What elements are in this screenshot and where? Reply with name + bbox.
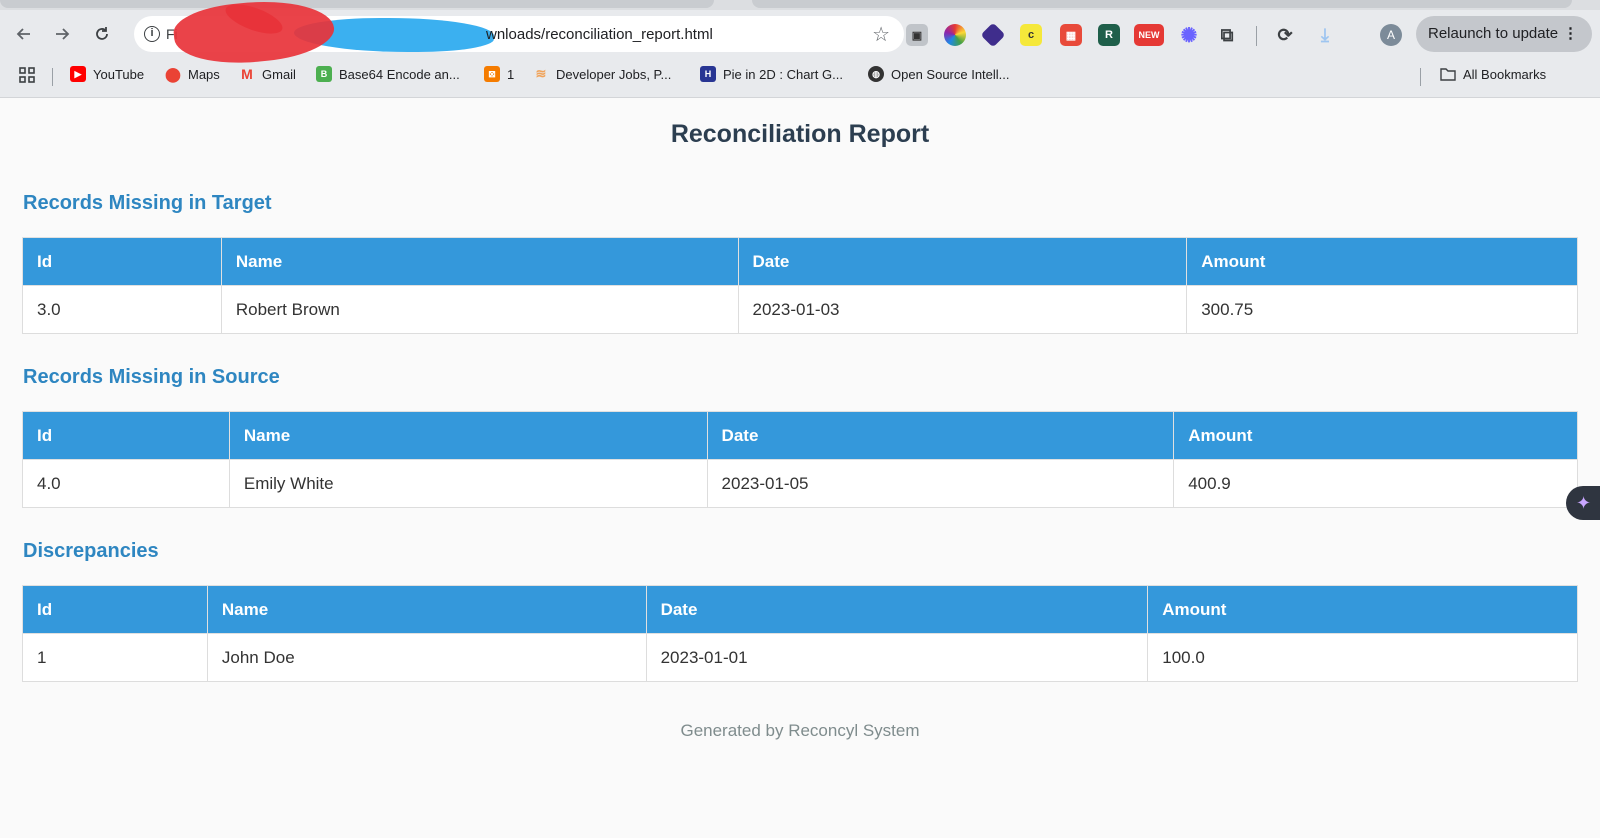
more-menu-icon[interactable]: ⋮: [1563, 16, 1578, 52]
report-page: Reconciliation Report Records Missing in…: [0, 98, 1600, 838]
table-row: 4.0 Emily White 2023-01-05 400.9: [22, 459, 1578, 508]
cell-name: John Doe: [206, 633, 647, 682]
bookmark-label: Gmail: [262, 66, 296, 82]
table-header-row: Id Name Date Amount: [22, 585, 1578, 634]
all-bookmarks-button[interactable]: All Bookmarks: [1440, 66, 1546, 82]
column-header-date: Date: [645, 585, 1149, 634]
grid-extension-icon[interactable]: ▦: [1060, 24, 1082, 46]
cell-amount: 400.9: [1173, 459, 1578, 508]
section-title-missing-in-source: Records Missing in Source: [23, 366, 280, 388]
folder-icon: [1440, 66, 1456, 82]
column-header-name: Name: [206, 585, 647, 634]
bookmark-label: Developer Jobs, P...: [556, 66, 672, 82]
tab[interactable]: [0, 0, 714, 8]
all-bookmarks-label: All Bookmarks: [1463, 66, 1547, 82]
bookmark-maps[interactable]: ⬤ Maps: [165, 66, 220, 82]
cell-name: Emily White: [228, 459, 708, 508]
yellow-extension-icon[interactable]: c: [1020, 24, 1042, 46]
tab[interactable]: [752, 0, 1572, 8]
toolbar-separator: [1256, 26, 1257, 46]
column-header-id: Id: [22, 411, 230, 460]
report-footer: Generated by Reconcyl System: [680, 721, 920, 740]
forward-icon[interactable]: [48, 20, 76, 48]
apps-grid-icon[interactable]: [18, 66, 36, 84]
site-info-icon[interactable]: i: [144, 26, 160, 42]
extensions-puzzle-icon[interactable]: ⧉: [1216, 24, 1238, 46]
table-header-row: Id Name Date Amount: [22, 411, 1578, 460]
bookmarks-separator: [52, 68, 53, 86]
bookmarks-separator: [1420, 68, 1421, 86]
maps-icon: ⬤: [165, 65, 181, 82]
cell-amount: 100.0: [1147, 633, 1578, 682]
column-header-id: Id: [22, 585, 208, 634]
bookmark-pie-chart[interactable]: H Pie in 2D : Chart G...: [700, 66, 843, 82]
table-row: 1 John Doe 2023-01-01 100.0: [22, 633, 1578, 682]
bookmark-open-source[interactable]: ◍ Open Source Intell...: [868, 66, 1010, 82]
missing-in-source-table: Id Name Date Amount 4.0 Emily White 2023…: [22, 411, 1578, 508]
relaunch-to-update-button[interactable]: Relaunch to update ⋮: [1416, 16, 1592, 52]
snowflake-extension-icon[interactable]: ✺: [1178, 24, 1200, 47]
bookmark-1-icon: ⊠: [484, 66, 500, 82]
bookmark-label: Pie in 2D : Chart G...: [723, 66, 843, 82]
column-header-amount: Amount: [1186, 237, 1578, 286]
bookmark-youtube[interactable]: ▶ YouTube: [70, 66, 144, 82]
gmail-icon: M: [241, 66, 253, 82]
cell-name: Robert Brown: [220, 285, 739, 334]
cell-date: 2023-01-01: [645, 633, 1149, 682]
bookmark-1[interactable]: ⊠ 1: [484, 66, 514, 82]
bookmark-label: Maps: [188, 66, 220, 82]
performance-icon[interactable]: ⟳: [1274, 24, 1296, 46]
color-picker-extension-icon[interactable]: [944, 24, 966, 46]
column-header-date: Date: [706, 411, 1175, 460]
bookmark-label: Base64 Encode an...: [339, 66, 460, 82]
base64-icon: B: [316, 66, 332, 82]
layers-extension-icon[interactable]: [980, 22, 1006, 48]
extension-icon[interactable]: ▣: [906, 24, 928, 46]
r-extension-icon[interactable]: R: [1098, 24, 1120, 46]
download-icon[interactable]: ⤓: [1314, 24, 1336, 46]
cell-id: 3.0: [22, 285, 222, 334]
cell-id: 1: [22, 633, 208, 682]
browser-chrome: i Fi wnloads/reconciliation_report.html …: [0, 0, 1600, 98]
youtube-icon: ▶: [70, 66, 86, 82]
relaunch-label: Relaunch to update: [1428, 25, 1559, 42]
column-header-amount: Amount: [1173, 411, 1578, 460]
globe-icon: ◍: [868, 66, 884, 82]
bookmark-label: 1: [507, 66, 515, 82]
bookmark-base64[interactable]: B Base64 Encode an...: [316, 66, 460, 82]
profile-avatar[interactable]: A: [1380, 24, 1402, 46]
section-title-discrepancies: Discrepancies: [23, 540, 159, 562]
chart-icon: H: [700, 66, 716, 82]
bookmarks-bar: ▶ YouTube ⬤ Maps M Gmail B Base64 Encode…: [0, 60, 1600, 90]
column-header-amount: Amount: [1147, 585, 1578, 634]
sparkle-assistant-icon[interactable]: ✦: [1566, 486, 1600, 520]
column-header-date: Date: [737, 237, 1188, 286]
new-badge: NEW: [1138, 30, 1160, 40]
url-text: wnloads/reconciliation_report.html: [486, 26, 713, 43]
reload-icon[interactable]: [88, 20, 116, 48]
bookmark-label: Open Source Intell...: [891, 66, 1010, 82]
bookmark-gmail[interactable]: M Gmail: [239, 66, 296, 82]
toolbar: i Fi wnloads/reconciliation_report.html …: [0, 0, 1600, 71]
cell-date: 2023-01-03: [737, 285, 1188, 334]
cell-date: 2023-01-05: [706, 459, 1175, 508]
discrepancies-table: Id Name Date Amount 1 John Doe 2023-01-0…: [22, 585, 1578, 682]
column-header-name: Name: [228, 411, 708, 460]
new-badge-extension-icon[interactable]: NEW: [1134, 24, 1164, 46]
table-row: 3.0 Robert Brown 2023-01-03 300.75: [22, 285, 1578, 334]
address-bar[interactable]: i Fi wnloads/reconciliation_report.html …: [134, 0, 904, 71]
column-header-name: Name: [220, 237, 739, 286]
section-title-missing-in-target: Records Missing in Target: [23, 192, 272, 214]
developer-jobs-icon: ≋: [535, 66, 547, 81]
bookmark-star-icon[interactable]: ☆: [872, 22, 890, 47]
page-title: Reconciliation Report: [670, 120, 930, 148]
cell-amount: 300.75: [1186, 285, 1578, 334]
table-header-row: Id Name Date Amount: [22, 237, 1578, 286]
bookmark-developer-jobs[interactable]: ≋ Developer Jobs, P...: [533, 66, 672, 82]
missing-in-target-table: Id Name Date Amount 3.0 Robert Brown 202…: [22, 237, 1578, 334]
column-header-id: Id: [22, 237, 222, 286]
back-icon[interactable]: [10, 20, 38, 48]
cell-id: 4.0: [22, 459, 230, 508]
bookmark-label: YouTube: [93, 66, 145, 82]
